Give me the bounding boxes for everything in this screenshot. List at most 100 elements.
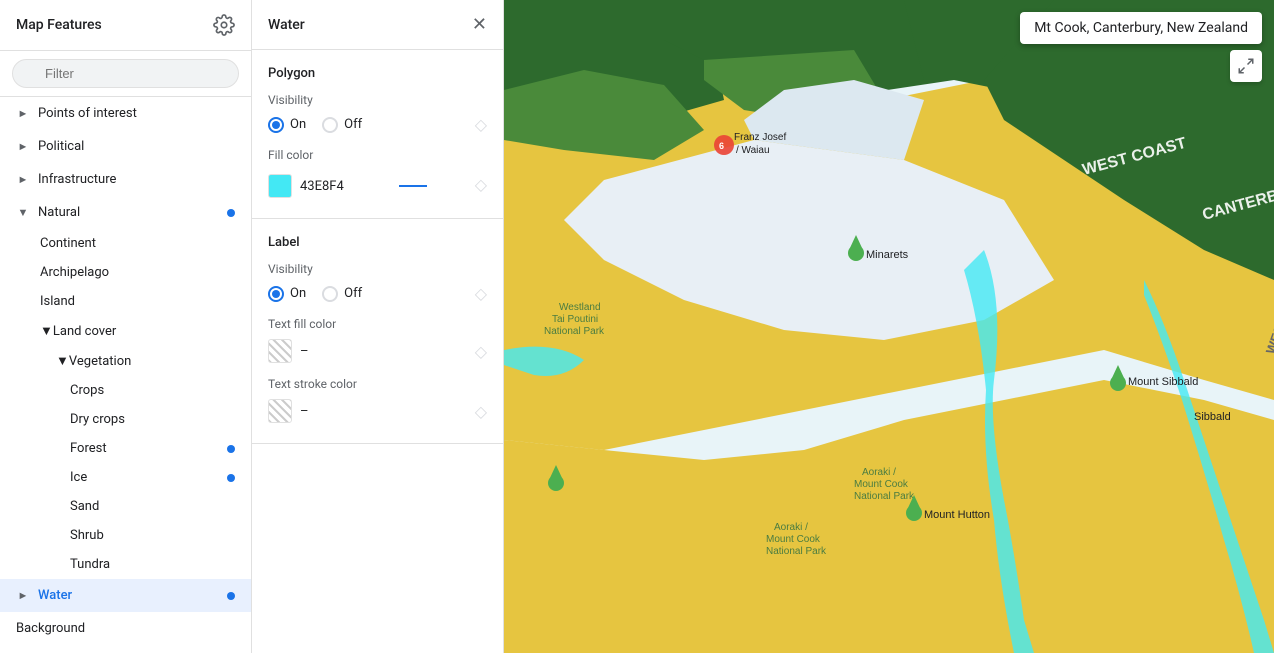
nav-label: Vegetation bbox=[69, 354, 131, 369]
sidebar-item-shrub[interactable]: Shrub bbox=[0, 521, 251, 550]
sidebar-item-political[interactable]: ► Political bbox=[0, 130, 251, 163]
panel-header: Water ✕ bbox=[252, 0, 503, 50]
color-swatch[interactable] bbox=[268, 174, 292, 198]
off-label: Off bbox=[344, 117, 362, 132]
svg-text:National Park: National Park bbox=[544, 326, 605, 337]
sidebar-item-ice[interactable]: Ice bbox=[0, 463, 251, 492]
sidebar-title: Map Features bbox=[16, 17, 102, 33]
text-stroke-swatch[interactable] bbox=[268, 399, 292, 423]
panel-title: Water bbox=[268, 17, 305, 33]
diamond-icon[interactable]: ◇ bbox=[475, 175, 487, 194]
sidebar-item-island[interactable]: Island bbox=[0, 287, 251, 316]
svg-text:Franz Josef: Franz Josef bbox=[734, 132, 786, 143]
nav-label: Land cover bbox=[53, 324, 116, 339]
text-fill-color-label: Text fill color bbox=[268, 317, 487, 331]
sidebar-item-background[interactable]: Background bbox=[0, 612, 251, 645]
nav-label: Political bbox=[38, 139, 84, 154]
label-radio-on bbox=[268, 286, 284, 302]
nav-label: Shrub bbox=[70, 528, 104, 543]
diamond-icon[interactable]: ◇ bbox=[475, 284, 487, 303]
filter-bar bbox=[0, 51, 251, 97]
svg-text:Mount Sibbald: Mount Sibbald bbox=[1128, 376, 1198, 388]
modified-dot bbox=[227, 592, 235, 600]
nav-items: ► Points of interest ► Political ► Infra… bbox=[0, 97, 251, 653]
sidebar-item-vegetation[interactable]: ▼ Vegetation bbox=[0, 346, 251, 376]
svg-text:/ Waiau: / Waiau bbox=[736, 145, 770, 156]
nav-label: Infrastructure bbox=[38, 172, 116, 187]
detail-panel: Water ✕ Polygon Visibility On Off ◇ Fill… bbox=[252, 0, 504, 653]
svg-text:Westland: Westland bbox=[559, 302, 601, 313]
svg-text:Mount Cook: Mount Cook bbox=[766, 534, 821, 545]
sidebar-item-sand[interactable]: Sand bbox=[0, 492, 251, 521]
polygon-section-title: Polygon bbox=[268, 66, 487, 81]
sidebar-item-infrastructure[interactable]: ► Infrastructure bbox=[0, 163, 251, 196]
map-area: WEST COAST CANTERBURY WEST COAST CANTERB… bbox=[504, 0, 1274, 653]
off-label: Off bbox=[344, 286, 362, 301]
nav-label: Points of interest bbox=[38, 106, 137, 121]
diamond-icon[interactable]: ◇ bbox=[475, 115, 487, 134]
svg-text:Mount Hutton: Mount Hutton bbox=[924, 509, 990, 521]
svg-text:6: 6 bbox=[719, 141, 724, 151]
visibility-off-option[interactable]: Off bbox=[322, 117, 362, 133]
label-section: Label Visibility On Off ◇ Text fill colo… bbox=[252, 219, 503, 444]
map-canvas[interactable]: WEST COAST CANTERBURY WEST COAST CANTERB… bbox=[504, 0, 1274, 653]
text-stroke-color-label: Text stroke color bbox=[268, 377, 487, 391]
fullscreen-icon bbox=[1237, 57, 1255, 75]
sidebar-item-forest[interactable]: Forest bbox=[0, 434, 251, 463]
label-visibility-off-option[interactable]: Off bbox=[322, 286, 362, 302]
sidebar-item-archipelago[interactable]: Archipelago bbox=[0, 258, 251, 287]
diamond-icon[interactable]: ◇ bbox=[475, 402, 487, 421]
label-visibility-on-option[interactable]: On bbox=[268, 286, 306, 302]
nav-label: Background bbox=[16, 621, 85, 636]
modified-dot bbox=[227, 209, 235, 217]
fill-color-label: Fill color bbox=[268, 148, 487, 162]
text-fill-swatch[interactable] bbox=[268, 339, 292, 363]
chevron-down-icon: ▼ bbox=[16, 206, 30, 219]
sidebar-item-crops[interactable]: Crops bbox=[0, 376, 251, 405]
svg-text:Aoraki /: Aoraki / bbox=[774, 522, 808, 533]
nav-label: Ice bbox=[70, 470, 87, 485]
svg-text:National Park: National Park bbox=[854, 491, 915, 502]
sidebar-item-points-of-interest[interactable]: ► Points of interest bbox=[0, 97, 251, 130]
svg-text:Aoraki /: Aoraki / bbox=[862, 467, 896, 478]
modified-dot bbox=[227, 445, 235, 453]
chevron-right-icon: ► bbox=[16, 140, 30, 153]
chevron-down-icon: ▼ bbox=[40, 323, 53, 339]
visibility-label: Visibility bbox=[268, 93, 487, 107]
sidebar-item-land-cover[interactable]: ▼ Land cover bbox=[0, 316, 251, 346]
chevron-right-icon: ► bbox=[16, 589, 30, 602]
sidebar-item-dry-crops[interactable]: Dry crops bbox=[0, 405, 251, 434]
fullscreen-button[interactable] bbox=[1230, 50, 1262, 82]
label-radio-off bbox=[322, 286, 338, 302]
text-stroke-value: – bbox=[300, 404, 309, 419]
gear-icon[interactable] bbox=[213, 14, 235, 36]
close-icon[interactable]: ✕ bbox=[472, 14, 487, 35]
radio-on bbox=[268, 117, 284, 133]
svg-text:Minarets: Minarets bbox=[866, 249, 909, 261]
nav-label: Sand bbox=[70, 499, 99, 514]
on-label: On bbox=[290, 117, 306, 132]
nav-label: Crops bbox=[70, 383, 104, 398]
filter-input[interactable] bbox=[12, 59, 239, 88]
sidebar: Map Features ► Points of interest ► Poli… bbox=[0, 0, 252, 653]
sidebar-item-water[interactable]: ► Water bbox=[0, 579, 251, 612]
nav-label: Continent bbox=[40, 236, 96, 251]
sidebar-item-continent[interactable]: Continent bbox=[0, 229, 251, 258]
map-search-value: Mt Cook, Canterbury, New Zealand bbox=[1034, 20, 1248, 36]
sidebar-item-natural[interactable]: ▼ Natural bbox=[0, 196, 251, 229]
modified-dot bbox=[227, 474, 235, 482]
map-search-bar: Mt Cook, Canterbury, New Zealand bbox=[1020, 12, 1262, 44]
color-value: 43E8F4 bbox=[300, 179, 475, 194]
nav-label: Water bbox=[38, 588, 72, 603]
diamond-icon[interactable]: ◇ bbox=[475, 342, 487, 361]
sidebar-item-tundra[interactable]: Tundra bbox=[0, 550, 251, 579]
chevron-right-icon: ► bbox=[16, 173, 30, 186]
svg-text:Sibbald: Sibbald bbox=[1194, 411, 1231, 423]
polygon-section: Polygon Visibility On Off ◇ Fill color 4… bbox=[252, 50, 503, 219]
chevron-down-icon: ▼ bbox=[56, 353, 69, 369]
nav-label: Dry crops bbox=[70, 412, 125, 427]
svg-text:National Park: National Park bbox=[766, 546, 827, 557]
nav-label: Tundra bbox=[70, 557, 110, 572]
chevron-right-icon: ► bbox=[16, 107, 30, 120]
visibility-on-option[interactable]: On bbox=[268, 117, 306, 133]
